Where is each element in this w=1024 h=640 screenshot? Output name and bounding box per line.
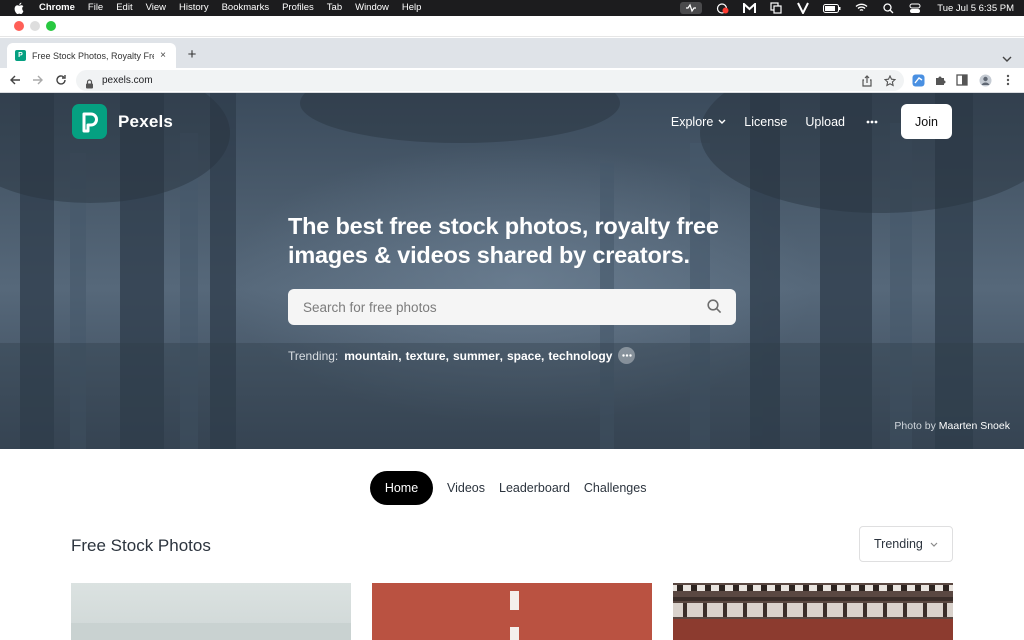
trending-tag-texture[interactable]: texture [406,349,446,363]
photo-thumbnail[interactable] [71,583,351,640]
browser-menu-icon[interactable] [1001,73,1015,87]
battery-icon[interactable] [823,2,841,14]
hero-headline: The best free stock photos, royalty free… [288,212,768,270]
vpn-icon[interactable] [796,2,810,14]
menu-help[interactable]: Help [402,0,422,16]
control-center-icon[interactable] [908,2,922,14]
menubar-status-area: Tue Jul 5 6:35 PM [680,0,1014,16]
screen-record-icon[interactable] [715,2,729,14]
app-m-icon[interactable] [742,2,756,14]
site-top-nav: Explore License Upload Join [671,104,952,139]
search-placeholder: Search for free photos [303,299,437,315]
forest-background-image [0,93,1024,449]
trending-tag-summer[interactable]: summer [453,349,500,363]
tag-separator: , [541,348,545,363]
tag-separator: , [499,348,503,363]
sort-dropdown[interactable]: Trending [859,526,953,562]
share-icon[interactable] [861,74,873,92]
photographer-link[interactable]: Maarten Snoek [939,420,1010,432]
browser-toolbar: pexels.com [0,68,1024,93]
trending-tag-technology[interactable]: technology [548,349,612,363]
menu-window[interactable]: Window [355,0,389,16]
more-options-icon[interactable] [865,115,879,129]
credit-prefix: Photo by [894,420,936,432]
pexels-favicon-icon: P [15,50,26,61]
apple-icon[interactable] [13,2,25,14]
menu-view[interactable]: View [146,0,166,16]
explore-menu[interactable]: Explore [671,115,726,129]
lock-icon[interactable] [85,76,95,88]
tab-close-icon[interactable]: × [158,50,168,61]
tab-title: Free Stock Photos, Royalty Free [32,50,154,61]
explore-label: Explore [670,114,714,129]
trending-tag-space[interactable]: space [507,349,541,363]
chevron-down-icon [930,542,938,547]
browser-tab-strip: P Free Stock Photos, Royalty Free × + [0,38,1024,68]
temple-photo-image [673,583,953,640]
upload-link[interactable]: Upload [805,115,845,129]
hero-section: Pexels Explore License Upload Join The b… [0,93,1024,449]
tag-separator: , [398,348,402,363]
reload-icon[interactable] [54,73,68,87]
minimize-window-button[interactable] [30,21,40,31]
sort-label: Trending [874,537,923,551]
trending-tag-mountain[interactable]: mountain [344,349,398,363]
close-window-button[interactable] [14,21,24,31]
menu-profiles[interactable]: Profiles [282,0,314,16]
window-manager-icon[interactable] [769,2,783,14]
new-tab-button[interactable]: + [184,47,200,63]
license-link[interactable]: License [744,115,787,129]
window-titlebar [0,16,1024,37]
back-arrow-icon[interactable] [8,73,22,87]
search-input[interactable]: Search for free photos [288,289,736,325]
brand-name: Pexels [118,111,174,131]
menubar-clock[interactable]: Tue Jul 5 6:35 PM [937,3,1014,14]
photo-credit: Photo by Maarten Snoek [894,420,1010,432]
headline-line-2: images & videos shared by creators. [288,242,690,268]
chevron-down-icon [718,119,726,124]
tag-separator: , [445,348,449,363]
url-text[interactable]: pexels.com [102,75,153,86]
red-track-photo-image [372,583,652,640]
side-panel-icon[interactable] [955,73,969,87]
extensions-puzzle-icon[interactable] [933,73,947,87]
pexels-logo-icon [72,104,107,139]
menu-file[interactable]: File [88,0,103,16]
tab-challenges[interactable]: Challenges [584,481,647,495]
more-trending-icon[interactable] [618,347,636,364]
join-button[interactable]: Join [901,104,952,139]
profile-avatar-icon[interactable] [978,73,992,87]
bookmark-star-icon[interactable] [883,74,897,92]
tab-videos[interactable]: Videos [447,481,485,495]
tab-leaderboard[interactable]: Leaderboard [499,481,570,495]
tab-search-chevron-icon[interactable] [1002,50,1012,62]
search-icon[interactable] [707,299,723,315]
photo-thumbnail[interactable] [372,583,652,640]
omnibox-actions [861,74,897,92]
photo-thumbnail[interactable] [673,583,953,640]
spotlight-search-icon[interactable] [881,2,895,14]
zoom-window-button[interactable] [46,21,56,31]
headline-line-1: The best free stock photos, royalty free [288,213,719,239]
tab-home[interactable]: Home [370,471,433,505]
trending-label: Trending: [288,348,339,363]
menu-tab[interactable]: Tab [327,0,342,16]
browser-tab-active[interactable]: P Free Stock Photos, Royalty Free × [7,43,176,68]
address-bar[interactable]: pexels.com [76,70,904,91]
menu-edit[interactable]: Edit [116,0,132,16]
trending-searches: Trending: mountain, texture, summer, spa… [288,347,636,364]
misty-photo-image [71,623,351,640]
menu-bookmarks[interactable]: Bookmarks [222,0,270,16]
content-tabs: Home Videos Leaderboard Challenges [370,471,646,505]
extension-blue-icon[interactable] [911,73,925,87]
menu-app-name[interactable]: Chrome [39,0,75,16]
audio-muted-icon[interactable] [680,2,703,14]
forward-arrow-icon[interactable] [31,73,45,87]
wifi-icon[interactable] [854,2,868,14]
section-title: Free Stock Photos [71,536,211,555]
pexels-logo[interactable]: Pexels [72,104,173,139]
macos-menu-bar: Chrome File Edit View History Bookmarks … [0,0,1024,16]
menu-history[interactable]: History [179,0,209,16]
